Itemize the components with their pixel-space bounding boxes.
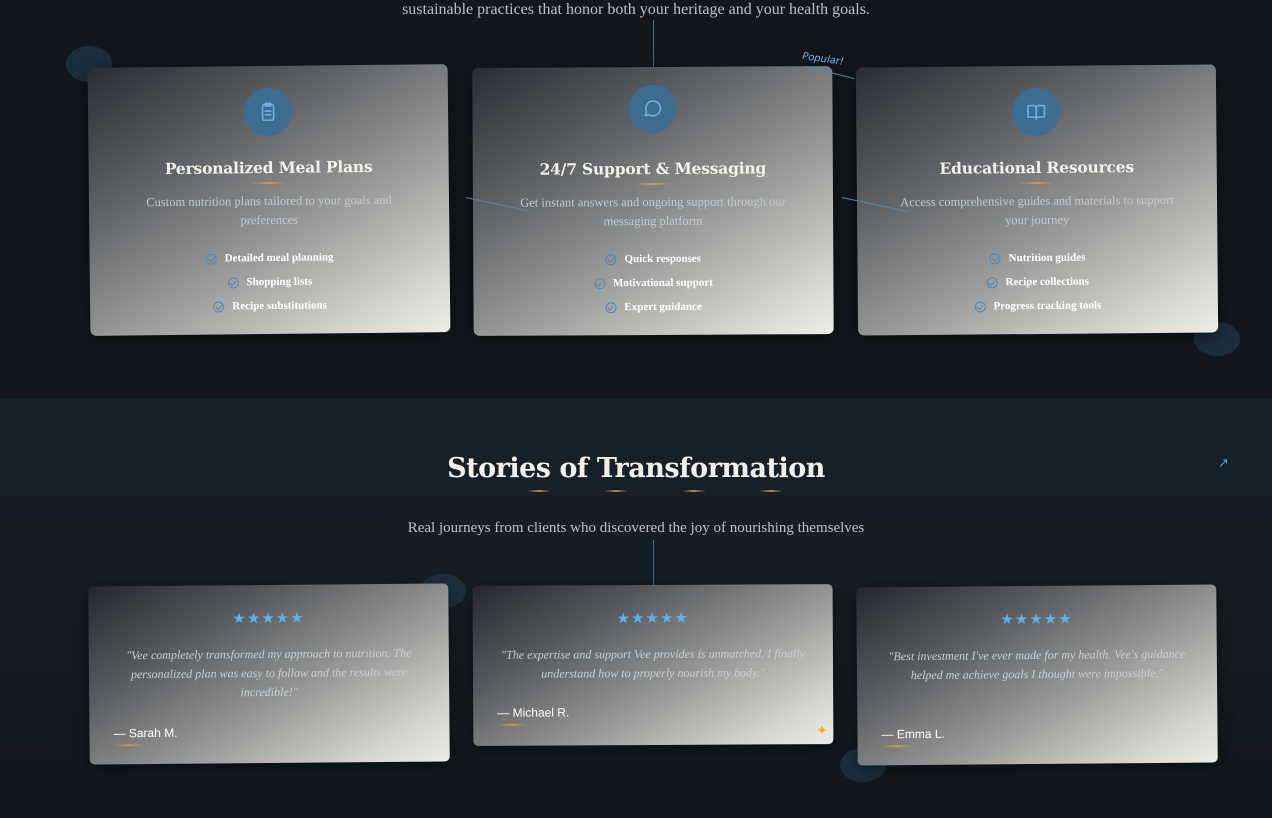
testimonial-author: — Emma L.: [881, 726, 945, 742]
testimonial-quote: "Vee completely transformed my approach …: [126, 645, 412, 700]
check-circle-icon: [974, 300, 986, 313]
title-underline: [1017, 181, 1056, 185]
section-title: Stories of Transformation: [447, 453, 825, 484]
check-circle-icon: [986, 276, 998, 288]
star-rating-icon: ★★★★★: [616, 608, 689, 628]
service-description: Access comprehensive guides and material…: [900, 192, 1174, 228]
author-underline: [497, 723, 528, 726]
section-subtitle: Real journeys from clients who discovere…: [407, 520, 865, 536]
title-underline-dashes: [500, 490, 810, 492]
feature-item: Expert guidance: [473, 294, 833, 320]
decorative-line: [653, 540, 654, 588]
feature-item: Recipe substitutions: [90, 292, 450, 320]
service-card-support[interactable]: 24/7 Support & Messaging Get instant ans…: [472, 66, 834, 336]
feature-list: Nutrition guides Recipe collections Prog…: [857, 244, 1218, 319]
decorative-line: [653, 20, 654, 68]
title-underline: [249, 181, 288, 185]
testimonial-card: ★★★★★ "The expertise and support Vee pro…: [472, 584, 834, 746]
chat-bubble-icon: [628, 84, 677, 134]
check-circle-icon: [989, 252, 1001, 264]
testimonial-quote: "Best investment I've ever made for my h…: [888, 646, 1186, 683]
service-title: 24/7 Support & Messaging: [539, 158, 767, 179]
title-underline: [633, 182, 672, 186]
check-circle-icon: [205, 253, 217, 265]
check-circle-icon: [605, 301, 617, 313]
open-book-icon: [1012, 87, 1061, 137]
feature-item: Progress tracking tools: [858, 292, 1218, 319]
testimonial-card: ★★★★★ "Best investment I've ever made fo…: [856, 584, 1218, 766]
star-rating-icon: ★★★★★: [232, 608, 305, 628]
testimonial-author: — Sarah M.: [113, 725, 178, 741]
feature-list: Quick responses Motivational support Exp…: [473, 246, 833, 320]
testimonial-author: — Michael R.: [497, 705, 570, 720]
star-rating-icon: ★★★★★: [1000, 609, 1073, 629]
feature-list: Detailed meal planning Shopping lists Re…: [89, 244, 450, 320]
arrow-up-right-icon[interactable]: ↗: [1218, 456, 1229, 471]
service-card-education[interactable]: Educational Resources Access comprehensi…: [855, 64, 1219, 336]
service-card-meal-plans[interactable]: Personalized Meal Plans Custom nutrition…: [87, 64, 451, 336]
clipboard-icon: [243, 87, 293, 137]
service-description: Get instant answers and ongoing support …: [520, 194, 786, 229]
services-intro-text: sustainable practices that honor both yo…: [402, 1, 870, 18]
service-title: Educational Resources: [939, 157, 1135, 178]
service-title: Personalized Meal Plans: [164, 156, 373, 179]
testimonial-quote: "The expertise and support Vee provides …: [500, 646, 805, 681]
feature-item: Motivational support: [473, 270, 833, 296]
testimonial-card: ★★★★★ "Vee completely transformed my app…: [88, 583, 450, 765]
feature-item: Nutrition guides: [857, 244, 1217, 271]
feature-item: Quick responses: [473, 246, 833, 272]
author-underline: [113, 744, 144, 747]
check-circle-icon: [593, 277, 605, 289]
service-description: Custom nutrition plans tailored to your …: [146, 192, 392, 228]
author-underline: [881, 745, 912, 748]
check-circle-icon: [605, 253, 617, 265]
feature-item: Recipe collections: [858, 268, 1218, 295]
sparkle-icon: ✦: [816, 723, 828, 739]
check-circle-icon: [213, 300, 225, 313]
check-circle-icon: [227, 276, 239, 288]
